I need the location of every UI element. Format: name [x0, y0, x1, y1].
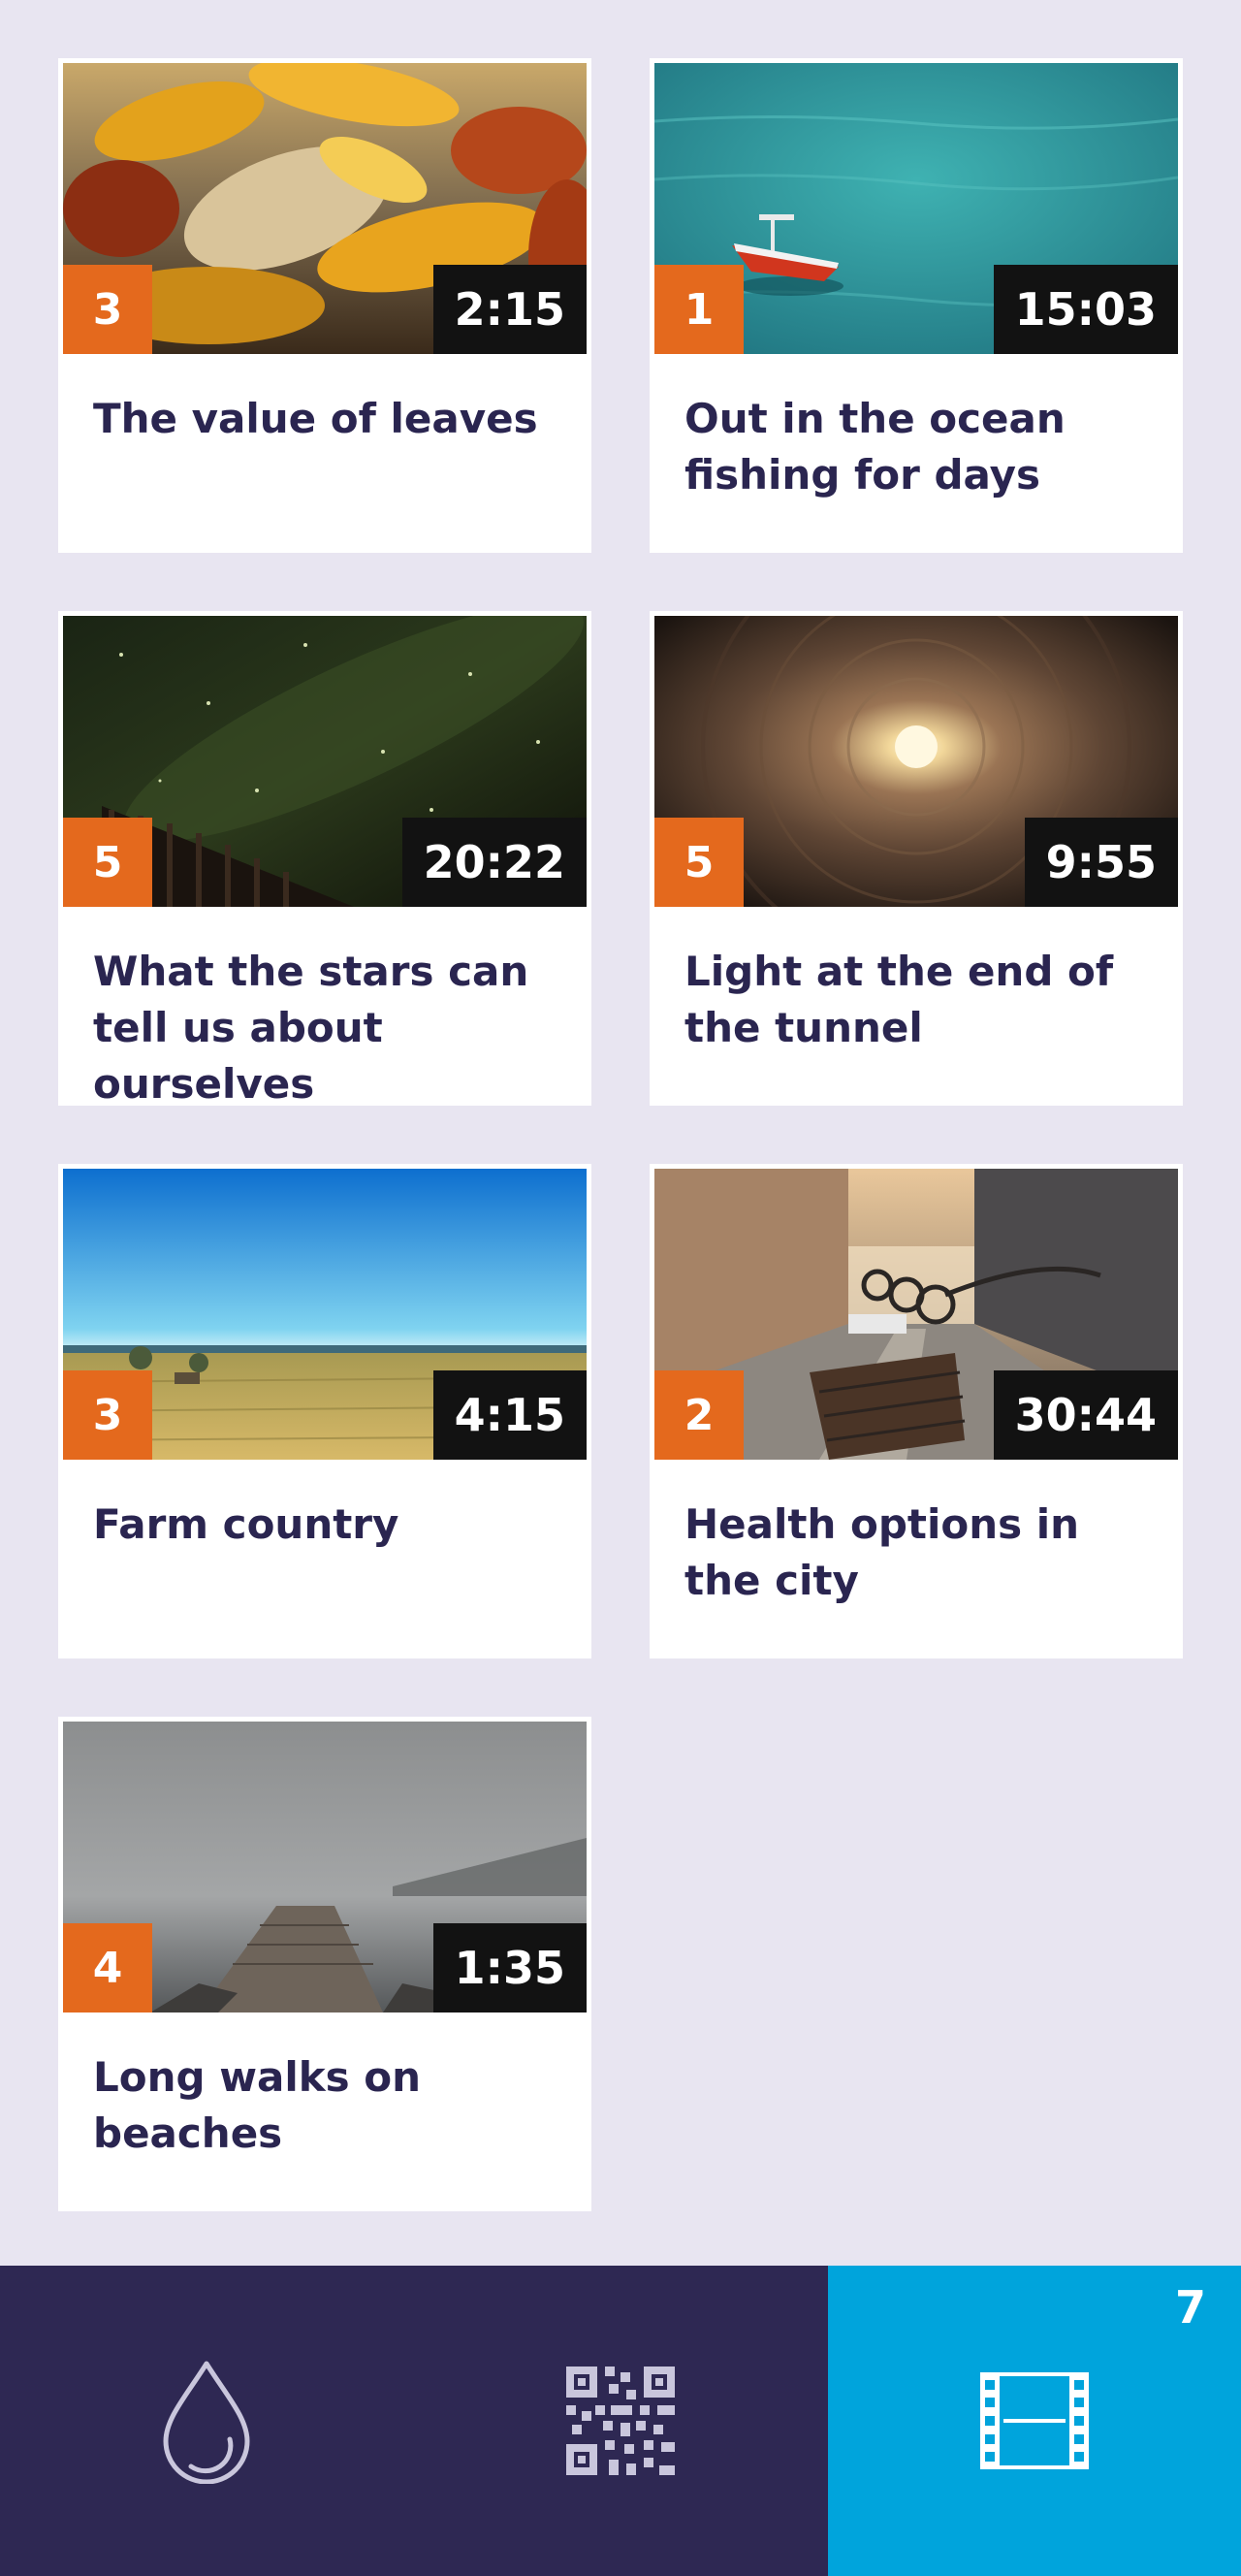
video-title: What the stars can tell us about ourselv… — [93, 948, 529, 1108]
duration-label: 1:35 — [432, 1923, 587, 2012]
duration-label: 4:15 — [432, 1370, 587, 1460]
video-card[interactable]: 3 2:15 The value of leaves — [58, 58, 591, 553]
video-title: Out in the ocean fishing for days — [684, 395, 1066, 499]
duration-label: 2:15 — [432, 265, 587, 354]
video-thumbnail: 2 30:44 — [654, 1169, 1178, 1460]
duration-label: 15:03 — [993, 265, 1178, 354]
tab-videos[interactable]: 7 — [828, 2266, 1241, 2576]
video-card[interactable]: 3 4:15 Farm country — [58, 1164, 591, 1658]
video-title: Health options in the city — [684, 1500, 1080, 1604]
video-title: Long walks on beaches — [93, 2053, 422, 2157]
video-list-screen: 3 2:15 The value of leaves 1 15:03 Out i… — [0, 0, 1241, 2576]
episode-count-badge: 4 — [63, 1923, 152, 2012]
video-card[interactable]: 1 15:03 Out in the ocean fishing for day… — [650, 58, 1183, 553]
video-count-badge: 7 — [1174, 2281, 1206, 2334]
video-card[interactable]: 5 20:22 What the stars can tell us about… — [58, 611, 591, 1108]
episode-count-badge: 3 — [63, 1370, 152, 1460]
episode-count-badge: 5 — [63, 818, 152, 907]
tab-water[interactable] — [0, 2266, 413, 2576]
video-grid: 3 2:15 The value of leaves 1 15:03 Out i… — [58, 58, 1183, 2211]
episode-count-badge: 1 — [654, 265, 744, 354]
episode-count-badge: 2 — [654, 1370, 744, 1460]
bottom-tab-bar: 7 — [0, 2266, 1241, 2576]
episode-count-badge: 5 — [654, 818, 744, 907]
qr-code-icon — [566, 2367, 675, 2475]
video-thumbnail: 3 4:15 — [63, 1169, 587, 1460]
video-card[interactable]: 2 30:44 Health options in the city — [650, 1164, 1183, 1658]
video-thumbnail: 1 15:03 — [654, 63, 1178, 354]
video-thumbnail: 3 2:15 — [63, 63, 587, 354]
video-title: The value of leaves — [93, 395, 538, 442]
duration-label: 20:22 — [401, 818, 587, 907]
video-thumbnail: 4 1:35 — [63, 1722, 587, 2012]
video-title: Farm country — [93, 1500, 399, 1548]
duration-label: 30:44 — [993, 1370, 1178, 1460]
video-thumbnail: 5 20:22 — [63, 616, 587, 907]
episode-count-badge: 3 — [63, 265, 152, 354]
film-strip-icon — [980, 2372, 1089, 2469]
duration-label: 9:55 — [1024, 818, 1178, 907]
video-card[interactable]: 5 9:55 Light at the end of the tunnel — [650, 611, 1183, 1106]
tab-qr-code[interactable] — [413, 2266, 828, 2576]
video-card[interactable]: 4 1:35 Long walks on beaches — [58, 1717, 591, 2211]
video-thumbnail: 5 9:55 — [654, 616, 1178, 907]
video-title: Light at the end of the tunnel — [684, 948, 1114, 1051]
water-drop-icon — [163, 2361, 250, 2484]
